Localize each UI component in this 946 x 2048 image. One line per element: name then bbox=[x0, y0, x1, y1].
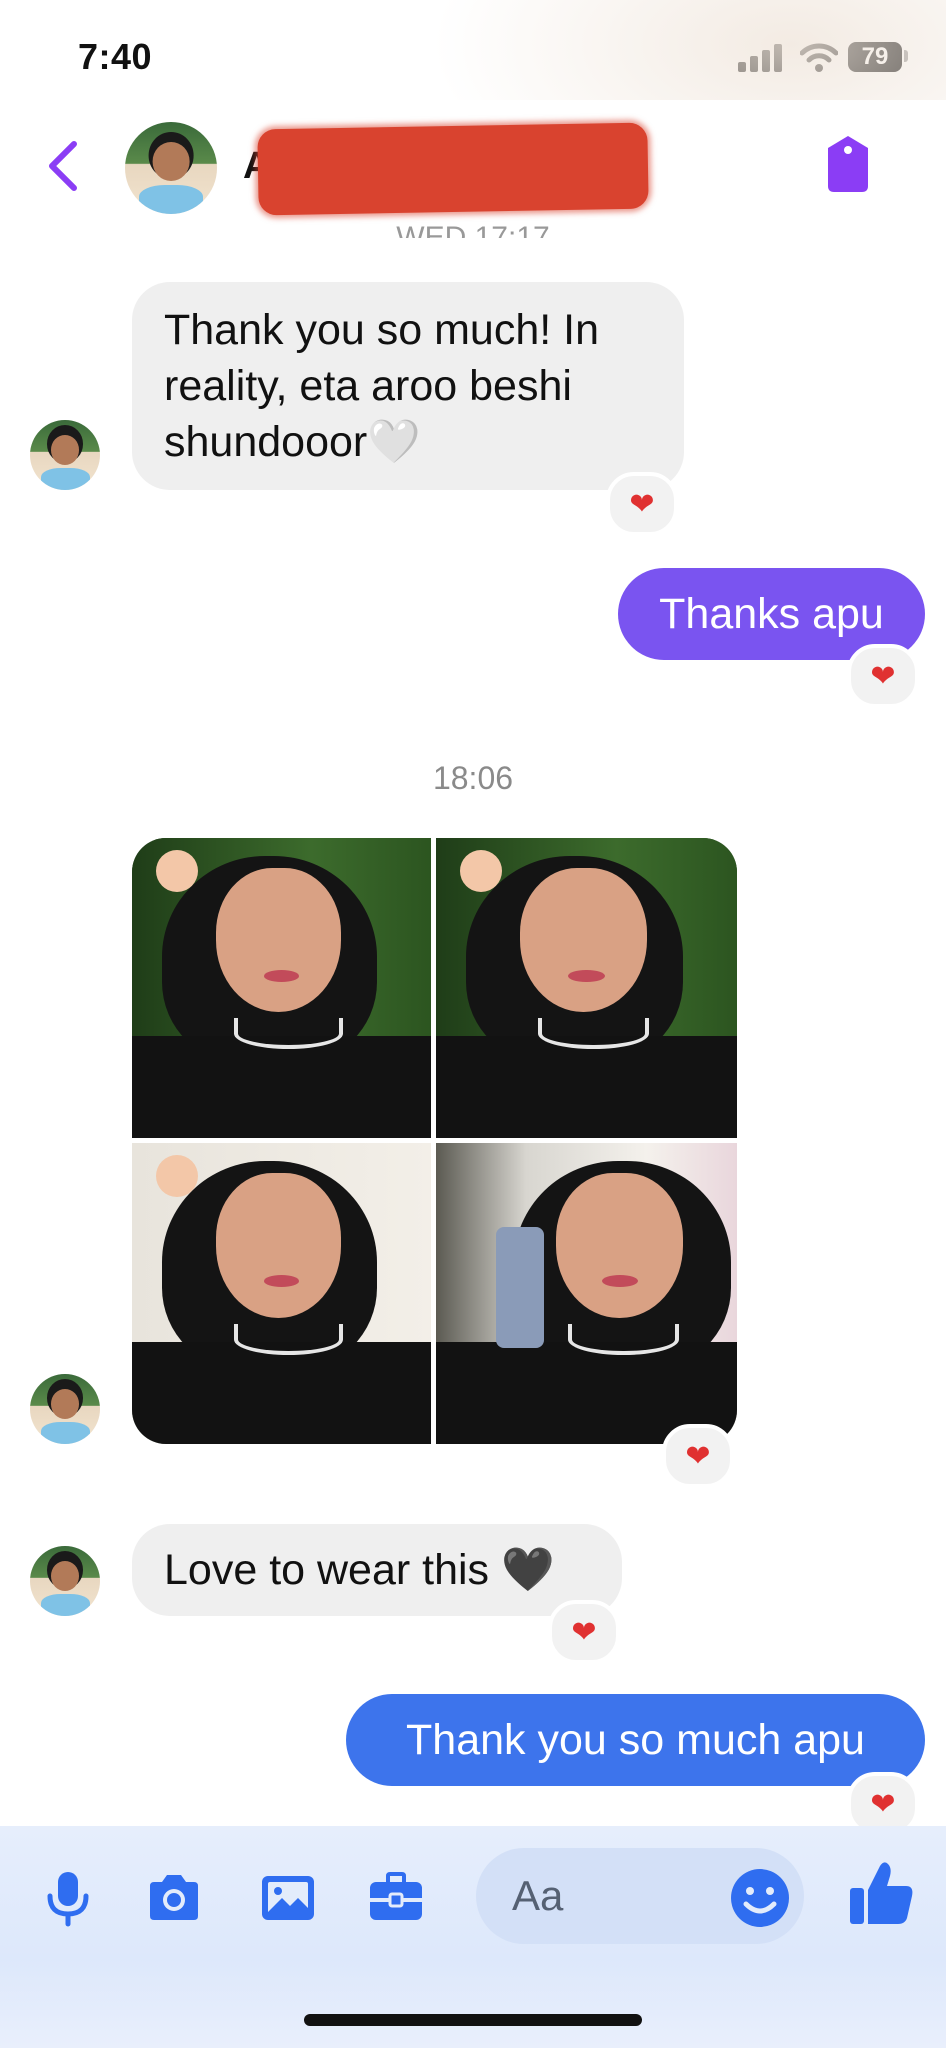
photo-3[interactable] bbox=[132, 1143, 431, 1444]
black-heart-emoji: 🖤 bbox=[501, 1546, 555, 1594]
heart-reaction-icon[interactable]: ❤ bbox=[606, 472, 678, 536]
incoming-message[interactable]: Love to wear this 🖤 bbox=[132, 1524, 622, 1616]
incoming-message[interactable]: Thank you so much! In reality, eta aroo … bbox=[132, 282, 684, 490]
briefcase-icon[interactable] bbox=[366, 1868, 426, 1928]
photo-1[interactable] bbox=[132, 838, 431, 1138]
back-chevron-icon[interactable] bbox=[40, 136, 86, 196]
emoji-icon[interactable] bbox=[728, 1866, 792, 1930]
outgoing-message[interactable]: Thank you so much apu bbox=[346, 1694, 925, 1786]
message-timestamp: 18:06 bbox=[432, 760, 514, 796]
photo-grid bbox=[132, 838, 737, 1444]
photo-2[interactable] bbox=[436, 838, 737, 1138]
contact-avatar[interactable] bbox=[125, 122, 217, 214]
sender-avatar[interactable] bbox=[30, 1546, 100, 1616]
mic-icon[interactable] bbox=[38, 1868, 98, 1928]
thumbs-up-icon[interactable] bbox=[846, 1858, 916, 1928]
message-text: Love to wear this bbox=[164, 1546, 490, 1594]
gallery-icon[interactable] bbox=[258, 1868, 318, 1928]
white-heart-emoji: 🤍 bbox=[367, 418, 421, 466]
tag-label-icon[interactable] bbox=[822, 134, 874, 194]
heart-reaction-icon[interactable]: ❤ bbox=[548, 1600, 620, 1664]
status-time: 7:40 bbox=[78, 36, 153, 77]
camera-icon[interactable] bbox=[144, 1868, 204, 1928]
heart-reaction-icon[interactable]: ❤ bbox=[662, 1424, 734, 1488]
sender-avatar[interactable] bbox=[30, 420, 100, 490]
heart-reaction-icon[interactable]: ❤ bbox=[847, 644, 919, 708]
sender-avatar[interactable] bbox=[30, 1374, 100, 1444]
home-indicator bbox=[304, 2014, 642, 2026]
earlier-timestamp: WED 17:17 bbox=[396, 221, 550, 238]
photo-4[interactable] bbox=[436, 1143, 737, 1444]
redaction-overlay bbox=[257, 122, 649, 216]
